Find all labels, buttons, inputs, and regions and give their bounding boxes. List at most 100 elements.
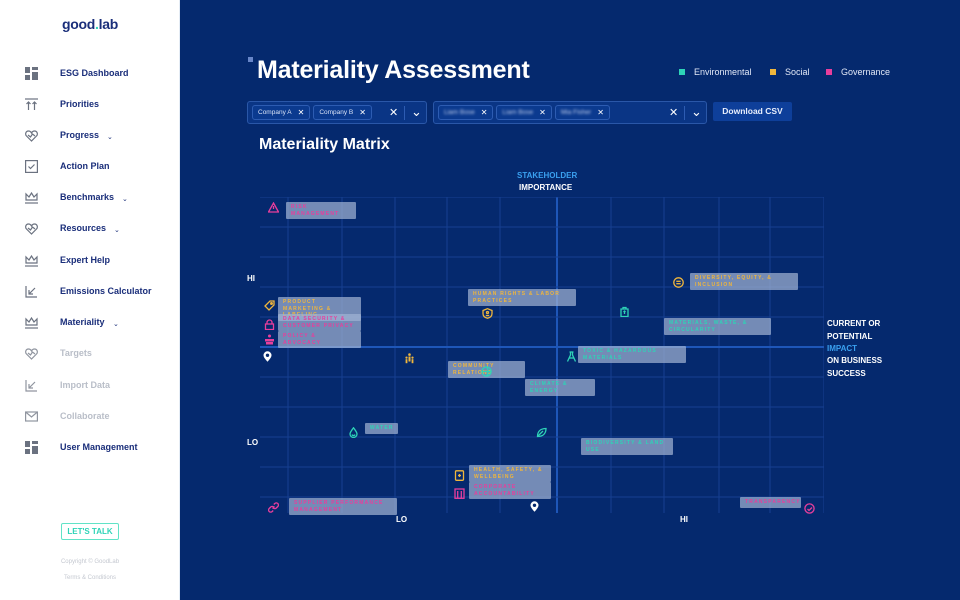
leaf-icon[interactable]	[536, 425, 547, 438]
y-axis-title-accent: STAKEHOLDER	[517, 171, 578, 180]
topic-label-line: TRANSPARENCY	[745, 499, 801, 505]
download-csv-button[interactable]: Download CSV	[713, 102, 792, 121]
water-drop-icon[interactable]	[348, 425, 359, 439]
topic-label-supplier-performance-management[interactable]: SUPPLIER PERFORMANCE MANAGEMENT	[289, 498, 397, 515]
first-aid-icon[interactable]	[454, 468, 465, 481]
community-icon[interactable]	[404, 351, 415, 364]
chip-label: Mia Fisher	[560, 109, 592, 116]
topic-label-biodiversity-land-use[interactable]: BIODIVERSITY & LAND USE	[581, 438, 673, 455]
topic-label-toxic-hazardous-materials[interactable]: TOXIC & HAZARDOUS MATERIALS	[578, 346, 686, 363]
warning-icon[interactable]	[267, 200, 280, 213]
legend-label: Environmental	[694, 67, 752, 77]
topic-label-materials-waste-circularity[interactable]: MATERIALS, WASTE, & CIRCULARITY	[664, 318, 771, 335]
sidebar-item-label: Expert Help	[60, 255, 111, 265]
terms-link[interactable]: Terms & Conditions	[0, 575, 180, 581]
copyright-text: Copyright © GoodLab	[60, 559, 120, 565]
chevron-wrap: ⌄	[122, 188, 128, 206]
topic-label-data-security-customer-privacy[interactable]: DATA SECURITY & CUSTOMER PRIVACY	[278, 314, 361, 331]
remove-chip-icon[interactable]: ✕	[539, 108, 546, 117]
topic-label-human-rights-labor-practices[interactable]: HUMAN RIGHTS & LABOR PRACTICES	[468, 289, 576, 306]
chevron-down-icon[interactable]: ⌄	[107, 134, 113, 141]
x-axis-title-line: POTENTIAL	[827, 332, 873, 341]
x-axis-title-line: SUCCESS	[827, 369, 866, 378]
sidebar-item-benchmarks[interactable]: Benchmarks ⌄	[0, 187, 180, 207]
sidebar-item-expert-help[interactable]: Expert Help	[0, 250, 180, 270]
topic-label-corporate-accountability[interactable]: CORPORATE ACCOUNTABILITY	[469, 482, 551, 499]
legend-environmental: Environmental	[679, 67, 752, 77]
link-icon[interactable]	[268, 500, 279, 513]
sidebar-item-emissions-calculator[interactable]: Emissions Calculator	[0, 281, 180, 301]
topic-label-line: POLICY & ADVOCACY	[283, 333, 322, 346]
topic-label-water[interactable]: WATER	[365, 423, 398, 434]
chevron-wrap: ⌄	[107, 126, 113, 144]
sidebar-item-materiality[interactable]: Materiality ⌄	[0, 312, 180, 332]
tag-icon[interactable]	[264, 298, 275, 311]
x-axis-title-accent: IMPACT	[827, 344, 858, 353]
location-pin-icon[interactable]	[262, 349, 273, 362]
chip-person: Liam Bose ✕	[438, 105, 494, 120]
remove-chip-icon[interactable]: ✕	[359, 108, 366, 117]
remove-chip-icon[interactable]: ✕	[298, 108, 305, 117]
topic-label-transparency[interactable]: TRANSPARENCY	[740, 497, 801, 508]
shield-person-icon[interactable]	[482, 306, 493, 319]
remove-chip-icon[interactable]: ✕	[481, 108, 488, 117]
logo-text-lab: lab	[98, 16, 119, 32]
sidebar-item-label: Resources	[60, 223, 107, 233]
sidebar-item-user-management[interactable]: User Management	[0, 437, 180, 457]
company-filter-select[interactable]: Company A ✕ Company B ✕ ✕ ⌄	[247, 101, 427, 124]
chevron-down-icon[interactable]: ⌄	[122, 196, 128, 203]
topic-label-climate-energy[interactable]: CLIMATE & ENERGY	[525, 379, 595, 396]
location-pin-icon[interactable]	[529, 499, 540, 512]
topic-label-policy-advocacy[interactable]: POLICY & ADVOCACY	[278, 331, 361, 348]
clear-all-icon[interactable]: ✕	[669, 106, 678, 119]
globe-icon[interactable]	[481, 364, 492, 377]
topic-label-line: PRODUCT MARKETING &	[283, 299, 332, 312]
flask-icon[interactable]	[566, 349, 577, 362]
priorities-icon	[25, 97, 38, 111]
topic-label-diversity-equity-inclusion[interactable]: DIVERSITY, EQUITY, & INCLUSION	[690, 273, 798, 290]
podium-icon[interactable]	[264, 332, 275, 345]
gauge-icon[interactable]	[804, 501, 815, 514]
topic-label-line: CIRCULARITY	[669, 326, 717, 333]
chevron-down-icon[interactable]: ⌄	[113, 321, 119, 328]
topic-label-line: CLIMATE & ENERGY	[530, 381, 568, 394]
title-decoration	[248, 57, 253, 62]
sidebar-item-collaborate[interactable]: Collaborate	[0, 406, 180, 426]
recycle-bin-icon[interactable]	[619, 304, 630, 318]
legend-social: Social	[770, 67, 810, 77]
legend-label: Social	[785, 67, 810, 77]
legend-label: Governance	[841, 67, 891, 77]
sidebar-item-label: Progress	[60, 130, 100, 140]
crown-icon	[25, 191, 38, 204]
chevron-down-icon[interactable]: ⌄	[114, 227, 120, 234]
arrow-down-left-icon	[25, 379, 38, 392]
clear-all-icon[interactable]: ✕	[389, 106, 398, 119]
sidebar-item-targets[interactable]: Targets	[0, 343, 180, 363]
remove-chip-icon[interactable]: ✕	[597, 108, 604, 117]
topic-label-line: MANAGEMENT	[294, 506, 343, 513]
lets-talk-button[interactable]: LET'S TALK	[61, 523, 119, 540]
sidebar-item-resources[interactable]: Resources ⌄	[0, 218, 180, 238]
topic-label-risk-management[interactable]: RISK MANAGEMENT	[286, 202, 356, 219]
topic-label-health-safety-wellbeing[interactable]: HEALTH, SAFETY, & WELLBEING	[469, 465, 551, 482]
crown-icon	[25, 254, 38, 267]
sidebar-item-action-plan[interactable]: Action Plan	[0, 156, 180, 176]
goodlab-logo[interactable]: good.lab	[0, 16, 180, 32]
x-axis-lo: LO	[396, 515, 408, 524]
sidebar-item-import-data[interactable]: Import Data	[0, 375, 180, 395]
lock-icon[interactable]	[264, 317, 275, 331]
building-icon[interactable]	[454, 486, 465, 499]
sidebar-item-progress[interactable]: Progress ⌄	[0, 125, 180, 145]
chevron-down-icon[interactable]: ⌄	[411, 104, 422, 120]
topic-label-line: HEALTH, SAFETY, &	[474, 467, 543, 473]
checkbox-icon	[25, 159, 38, 173]
equal-circle-icon[interactable]	[673, 275, 684, 288]
y-axis-lo: LO	[247, 438, 259, 447]
topic-label-line: HUMAN RIGHTS & LABOR	[473, 291, 561, 297]
sidebar-item-esg-dashboard[interactable]: ESG Dashboard	[0, 63, 180, 83]
people-filter-select[interactable]: Liam Bose ✕ Liam Bose ✕ Mia Fisher ✕ ✕ ⌄	[433, 101, 707, 124]
chevron-down-icon[interactable]: ⌄	[691, 104, 702, 120]
legend-swatch-social	[770, 69, 776, 75]
topic-label-line: RISK MANAGEMENT	[291, 204, 340, 217]
sidebar-item-priorities[interactable]: Priorities	[0, 94, 180, 114]
